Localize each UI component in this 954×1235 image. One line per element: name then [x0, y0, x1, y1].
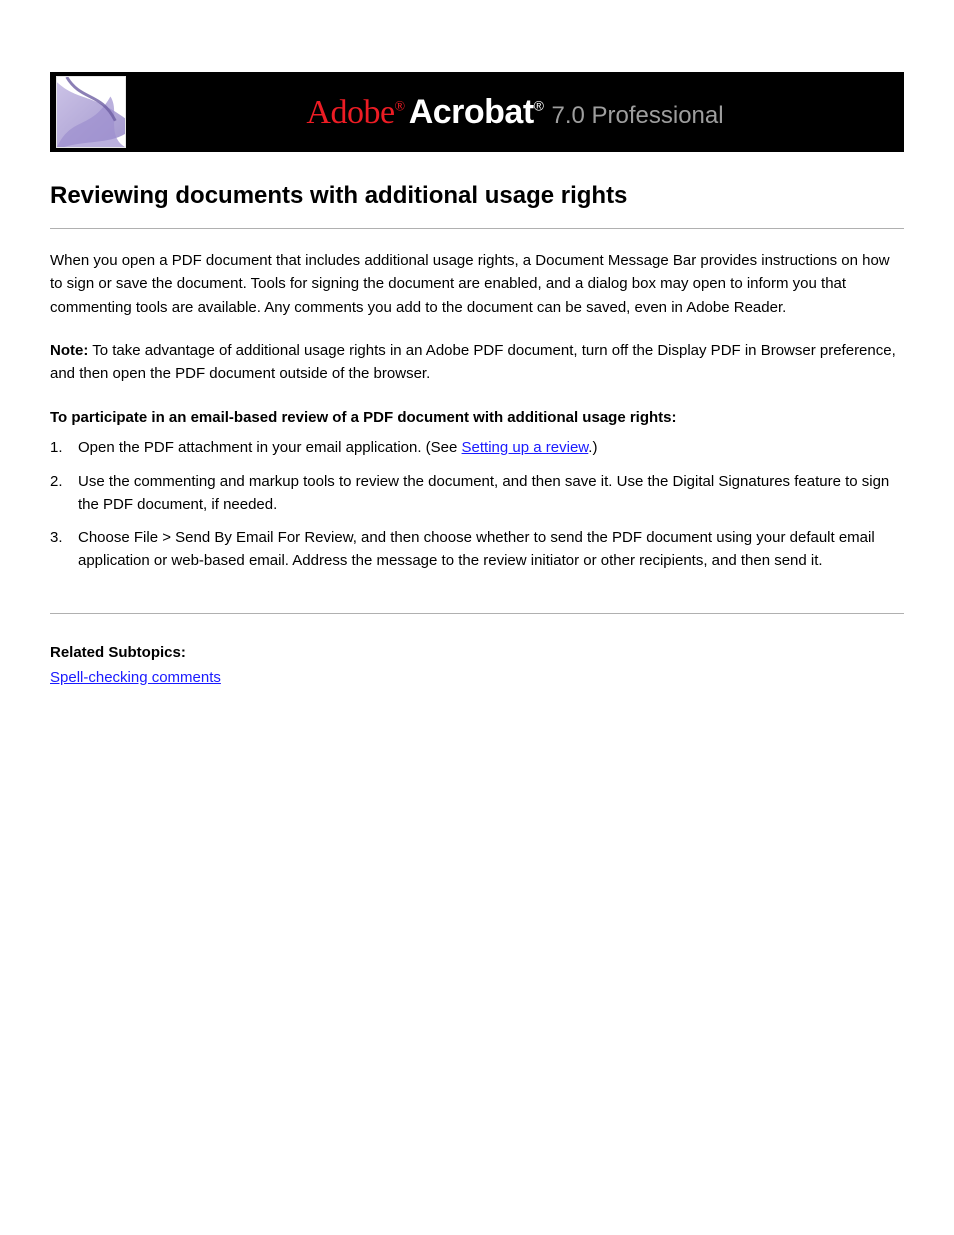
- steps-list: Open the PDF attachment in your email ap…: [50, 436, 904, 572]
- steps-heading: To participate in an email-based review …: [50, 409, 904, 426]
- product-banner: Adobe® Acrobat® 7.0 Professional: [50, 72, 904, 152]
- setting-up-review-link[interactable]: Setting up a review: [462, 439, 589, 456]
- note-label: Note:: [50, 342, 88, 359]
- divider: [50, 228, 904, 229]
- brand-name: Adobe®: [306, 94, 404, 132]
- related-heading: Related Subtopics:: [50, 644, 904, 661]
- step-3: Choose File > Send By Email For Review, …: [50, 526, 904, 573]
- spell-checking-link[interactable]: Spell-checking comments: [50, 669, 221, 686]
- brand-text: Adobe: [306, 94, 394, 131]
- step-2: Use the commenting and markup tools to r…: [50, 470, 904, 517]
- brand-reg-mark: ®: [395, 99, 405, 114]
- related-subtopics: Related Subtopics: Spell-checking commen…: [50, 644, 904, 686]
- product-text: Acrobat: [409, 93, 534, 131]
- step-1: Open the PDF attachment in your email ap…: [50, 436, 904, 459]
- note-text: To take advantage of additional usage ri…: [50, 342, 896, 382]
- page-title: Reviewing documents with additional usag…: [50, 182, 904, 210]
- product-version: 7.0 Professional: [551, 102, 723, 130]
- step-1-pre: Open the PDF attachment in your email ap…: [78, 439, 462, 456]
- banner-title: Adobe® Acrobat® 7.0 Professional: [126, 93, 904, 132]
- product-name: Acrobat®: [409, 93, 544, 132]
- divider-2: [50, 613, 904, 614]
- note-paragraph: Note: To take advantage of additional us…: [50, 339, 904, 386]
- step-1-post: .): [588, 439, 597, 456]
- product-reg-mark: ®: [534, 97, 544, 113]
- related-item[interactable]: Spell-checking comments: [50, 669, 904, 686]
- acrobat-logo-icon: [56, 76, 126, 148]
- intro-paragraph: When you open a PDF document that includ…: [50, 249, 904, 319]
